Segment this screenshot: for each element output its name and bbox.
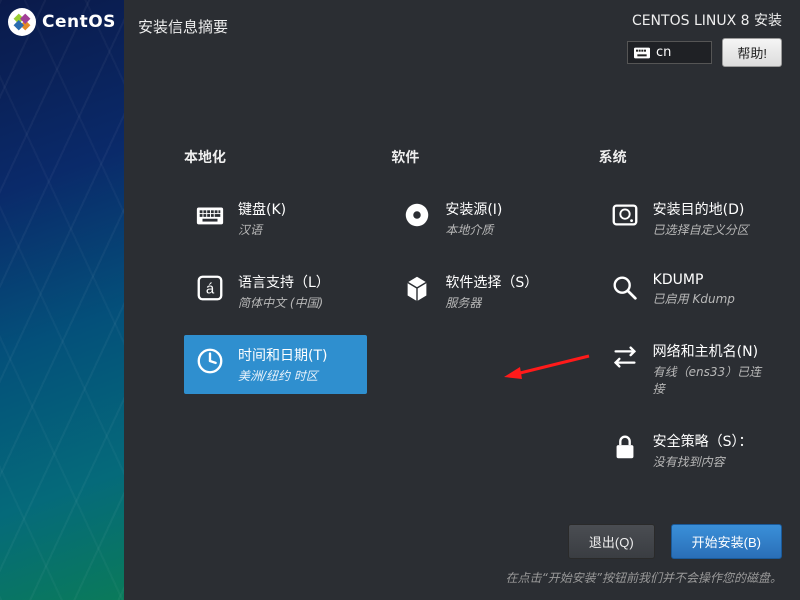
spoke-language-support[interactable]: á 语言支持（L） 简体中文 (中国) (184, 262, 367, 321)
spoke-title: 网络和主机名(N) (653, 341, 772, 361)
spoke-title: 软件选择（S） (445, 272, 538, 292)
begin-install-button[interactable]: 开始安装(B) (671, 524, 782, 559)
spoke-subtitle: 服务器 (445, 294, 538, 311)
spoke-title: 安全策略（S）： (653, 431, 753, 451)
footer: 退出(Q) 开始安装(B) 在点击“开始安装”按钮前我们并不会操作您的磁盘。 (124, 524, 800, 600)
spoke-subtitle: 有线（ens33）已连接 (653, 363, 772, 397)
help-button[interactable]: 帮助! (722, 38, 782, 67)
keyboard-icon (194, 199, 226, 231)
spoke-time-date[interactable]: 时间和日期(T) 美洲/纽约 时区 (184, 335, 367, 394)
harddrive-icon (609, 199, 641, 231)
keyboard-icon (634, 47, 650, 59)
disc-icon (401, 199, 433, 231)
topbar: 安装信息摘要 CENTOS LINUX 8 安装 cn 帮助! (124, 0, 800, 67)
brand-logo: CentOS (0, 0, 124, 36)
spoke-title: 安装目的地(D) (653, 199, 749, 219)
page-title: 安装信息摘要 (138, 16, 228, 37)
summary-hub: 本地化 键盘(K) 汉语 á 语言支持（L） (124, 67, 800, 600)
sidebar: CentOS (0, 0, 124, 600)
category-title-localization: 本地化 (184, 147, 367, 167)
quit-button[interactable]: 退出(Q) (568, 524, 655, 559)
centos-logo-icon (8, 8, 36, 36)
spoke-title: 安装源(I) (445, 199, 502, 219)
spoke-install-destination[interactable]: 安装目的地(D) 已选择自定义分区 (599, 189, 782, 248)
spoke-title: KDUMP (653, 272, 735, 288)
svg-text:á: á (206, 281, 215, 298)
spoke-kdump[interactable]: KDUMP 已启用 Kdump (599, 262, 782, 317)
lock-icon (609, 431, 641, 463)
spoke-subtitle: 本地介质 (445, 221, 502, 238)
spoke-subtitle: 已选择自定义分区 (653, 221, 749, 238)
keyboard-layout-label: cn (656, 45, 671, 60)
product-label: CENTOS LINUX 8 安装 (627, 10, 782, 30)
footer-hint: 在点击“开始安装”按钮前我们并不会操作您的磁盘。 (142, 569, 782, 586)
installer-root: CentOS 安装信息摘要 CENTOS LINUX 8 安装 cn (0, 0, 800, 600)
brand-name: CentOS (42, 12, 116, 32)
search-icon (609, 272, 641, 304)
category-title-software: 软件 (391, 147, 574, 167)
clock-icon (194, 345, 226, 377)
spoke-install-source[interactable]: 安装源(I) 本地介质 (391, 189, 574, 248)
network-icon (609, 341, 641, 373)
spoke-title: 语言支持（L） (238, 272, 330, 292)
spoke-subtitle: 没有找到内容 (653, 453, 753, 470)
spoke-title: 时间和日期(T) (238, 345, 327, 365)
spoke-subtitle: 简体中文 (中国) (238, 294, 330, 311)
spoke-security-policy[interactable]: 安全策略（S）： 没有找到内容 (599, 421, 782, 480)
topbar-right: CENTOS LINUX 8 安装 cn 帮助! (627, 10, 782, 67)
spoke-software-selection[interactable]: 软件选择（S） 服务器 (391, 262, 574, 321)
spoke-network-hostname[interactable]: 网络和主机名(N) 有线（ens33）已连接 (599, 331, 782, 407)
spoke-subtitle: 美洲/纽约 时区 (238, 367, 327, 384)
main-panel: 安装信息摘要 CENTOS LINUX 8 安装 cn 帮助! (124, 0, 800, 600)
spoke-subtitle: 已启用 Kdump (653, 290, 735, 307)
spoke-title: 键盘(K) (238, 199, 286, 219)
package-icon (401, 272, 433, 304)
language-icon: á (194, 272, 226, 304)
spoke-keyboard[interactable]: 键盘(K) 汉语 (184, 189, 367, 248)
spoke-subtitle: 汉语 (238, 221, 286, 238)
category-title-system: 系统 (599, 147, 782, 167)
keyboard-layout-indicator[interactable]: cn (627, 41, 712, 64)
